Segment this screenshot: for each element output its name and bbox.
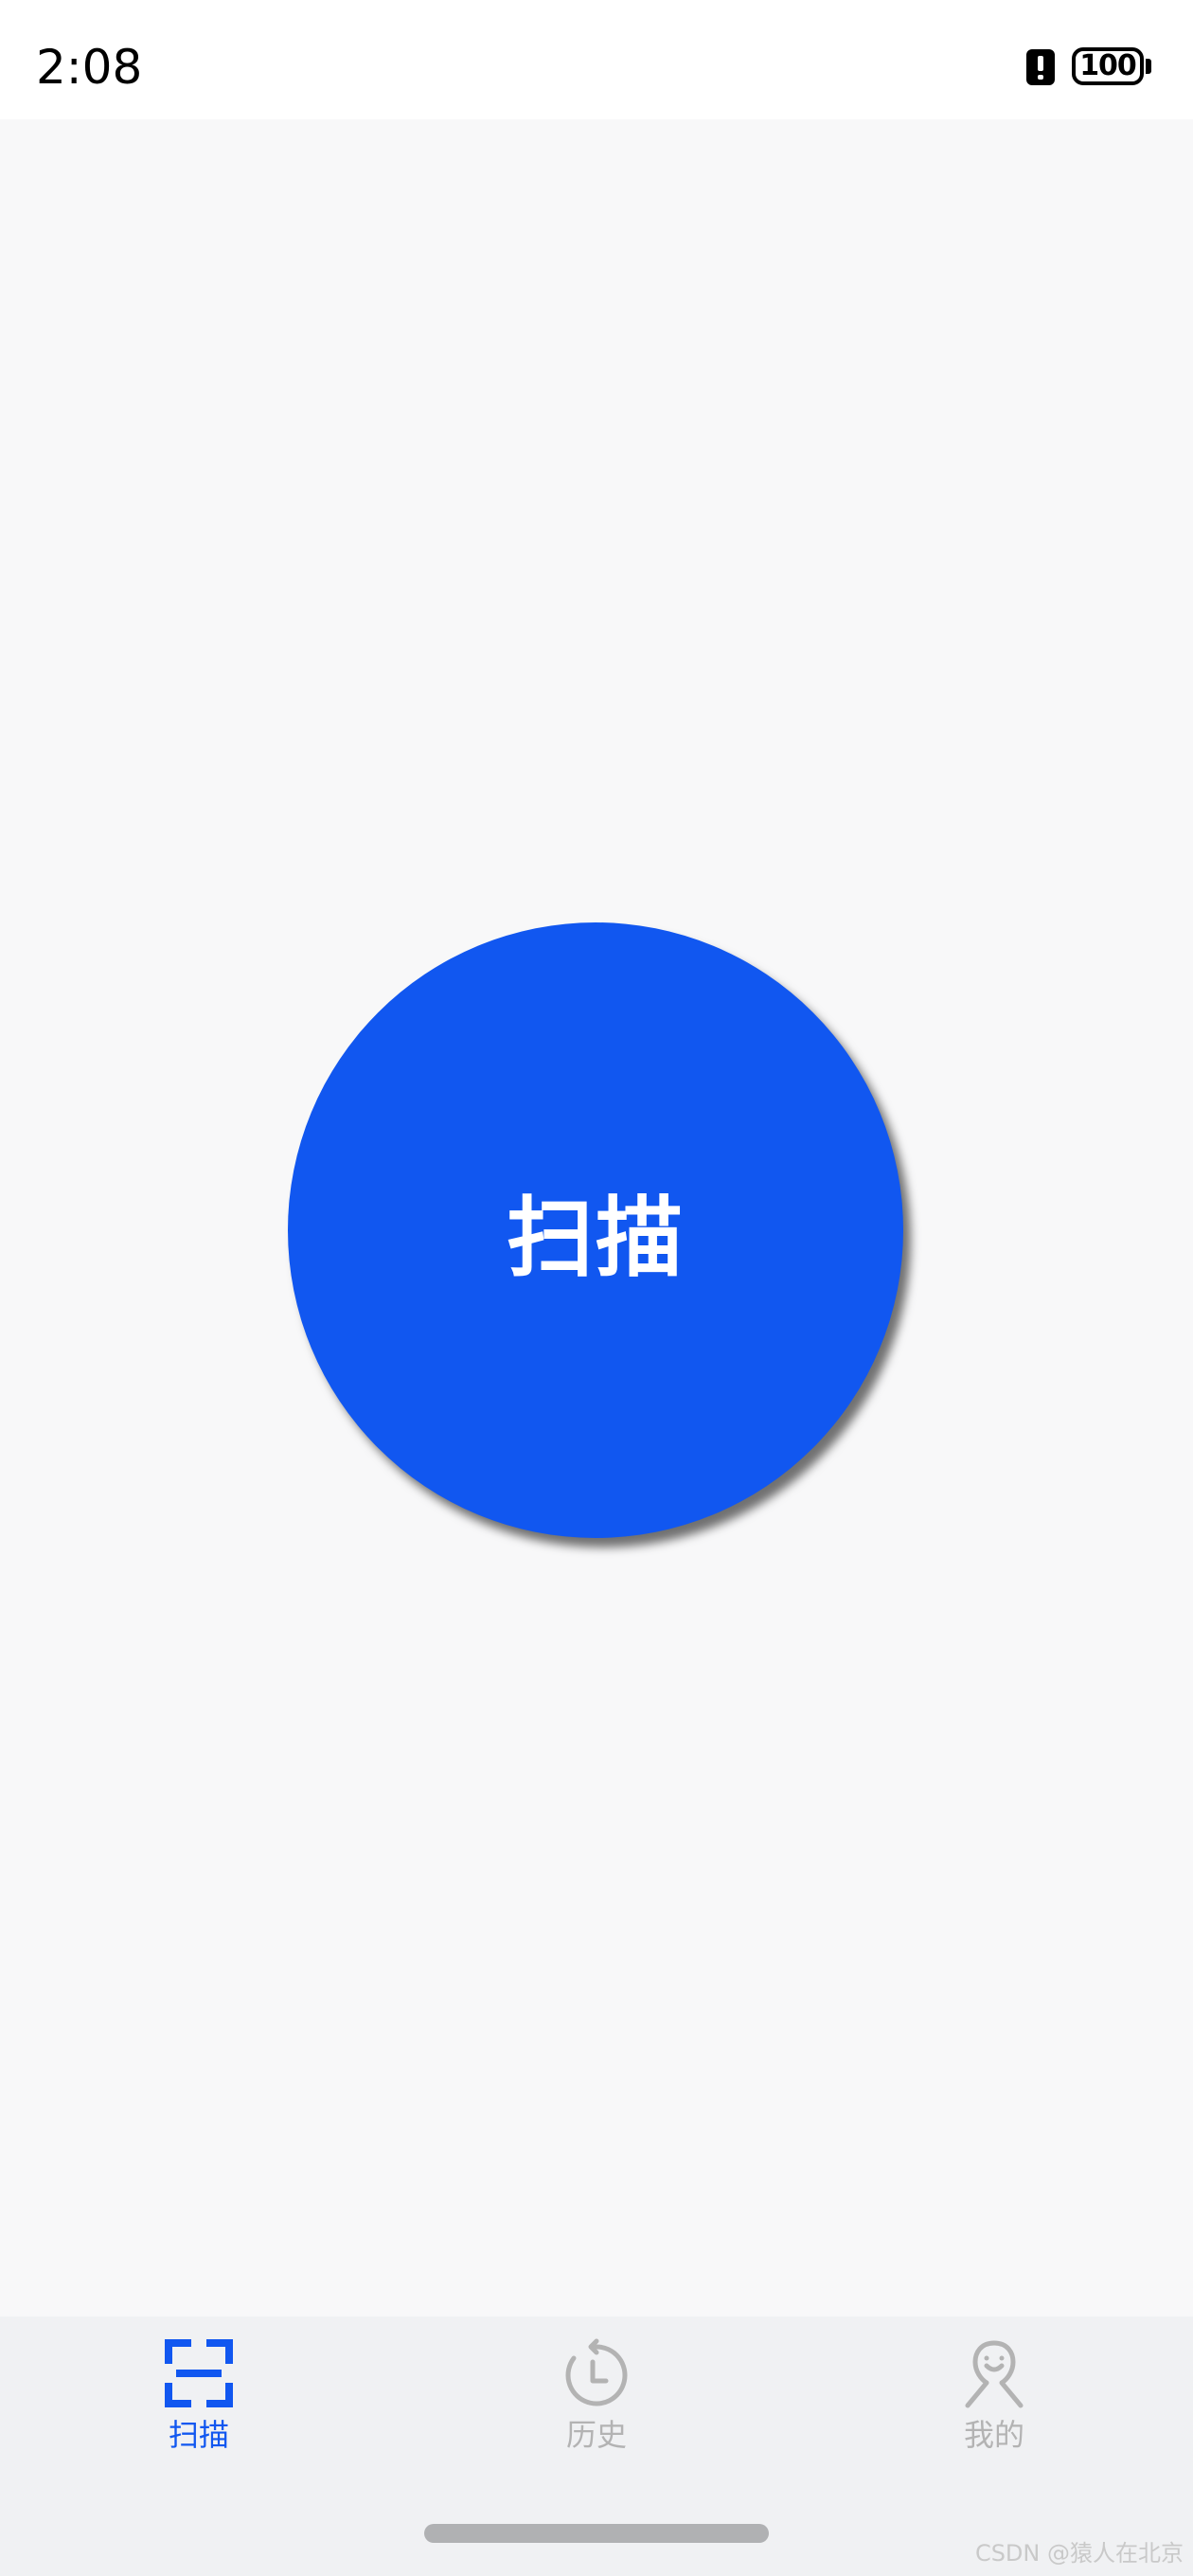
app-screen: 2:08 100 扫描 扫描 历史 我的 CSDN @猿人在北京 [0,0,1193,2576]
scan-icon [165,2339,233,2407]
home-indicator[interactable] [424,2524,769,2543]
tab-history[interactable]: 历史 [398,2317,795,2506]
battery-level: 100 [1079,49,1137,82]
watermark: CSDN @猿人在北京 [974,2540,1184,2567]
scan-button[interactable]: 扫描 [288,922,903,1538]
tab-scan-label: 扫描 [168,2417,229,2453]
tab-bar: 扫描 历史 我的 [0,2317,1193,2576]
tab-scan[interactable]: 扫描 [0,2317,398,2506]
profile-icon [965,2340,1024,2408]
tab-profile[interactable]: 我的 [795,2317,1193,2506]
history-icon [565,2338,628,2406]
main-content: 扫描 [0,119,1193,2317]
battery-tip [1146,59,1151,74]
battery-icon: 100 [1072,47,1144,85]
scan-button-label: 扫描 [506,1187,685,1289]
tab-profile-label: 我的 [963,2417,1024,2453]
status-time: 2:08 [36,40,143,95]
tab-history-label: 历史 [565,2417,627,2453]
exclamation-icon [1026,49,1055,85]
status-bar: 2:08 100 [0,0,1193,119]
